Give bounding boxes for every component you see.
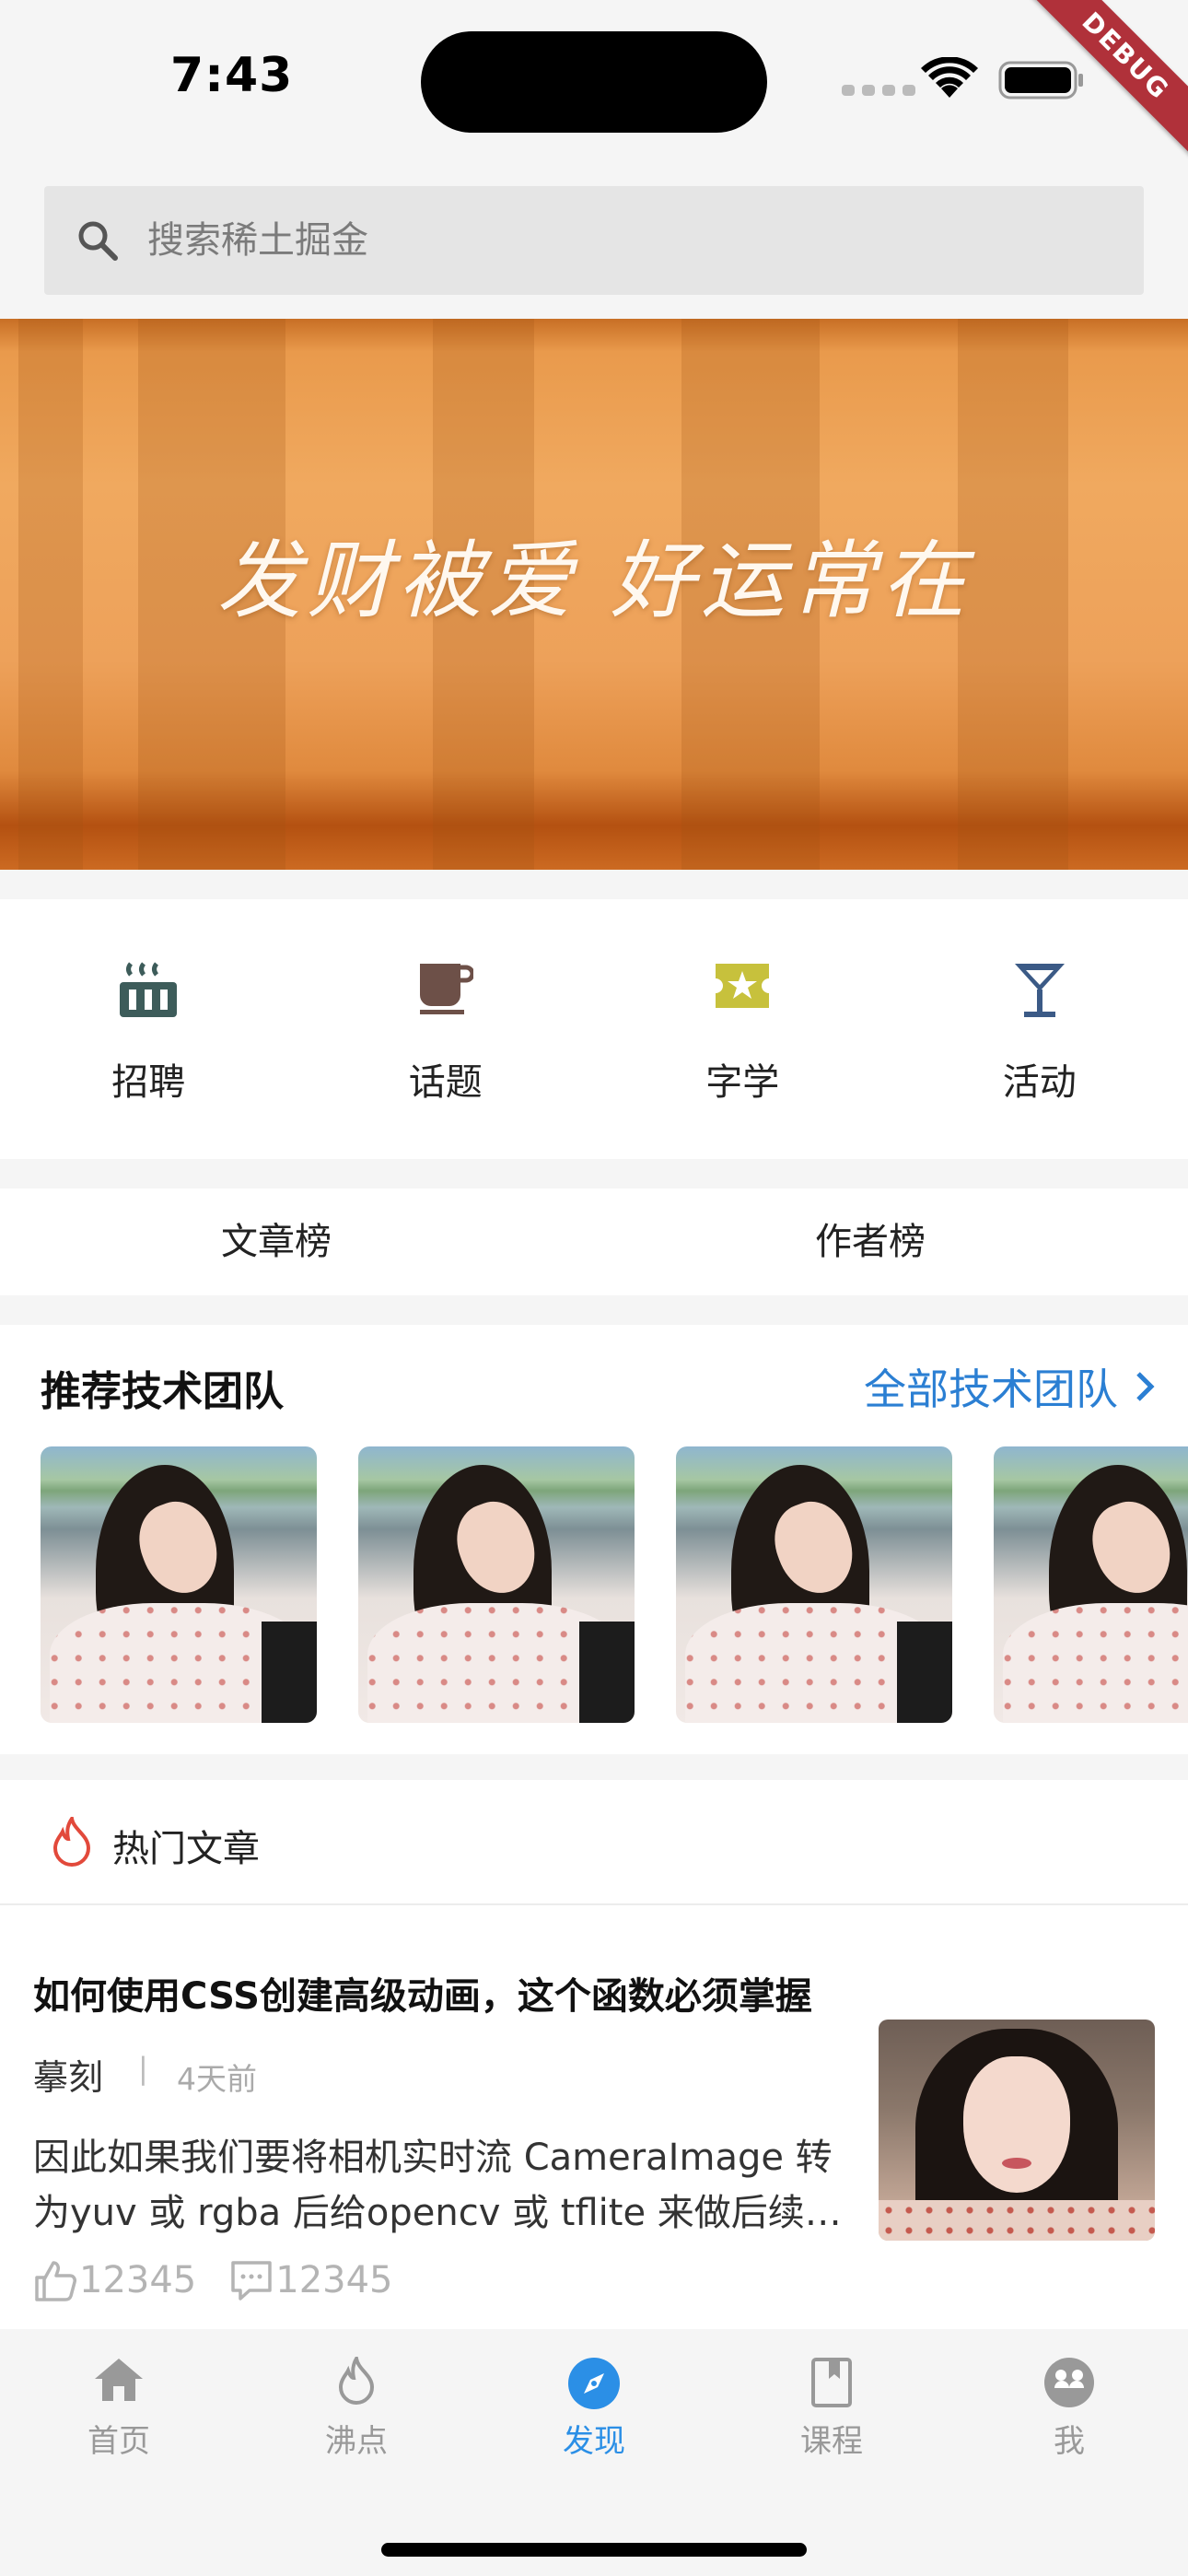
team-card[interactable] bbox=[358, 1446, 635, 1723]
tab-home[interactable]: 首页 bbox=[0, 2329, 238, 2476]
tab-label: 首页 bbox=[87, 2423, 150, 2460]
home-icon bbox=[95, 2359, 143, 2401]
like-count: 12345 bbox=[79, 2259, 197, 2301]
team-card[interactable] bbox=[41, 1446, 317, 1723]
flame-icon bbox=[338, 2357, 375, 2405]
hot-articles-header: 热门文章 bbox=[0, 1780, 1188, 1905]
article-card[interactable]: 如何使用CSS创建高级动画，这个函数必须掌握 摹刻 | 4天前 因此如果我们要将… bbox=[0, 1905, 1188, 2329]
team-card-list bbox=[41, 1446, 1188, 1723]
tab-pins[interactable]: 沸点 bbox=[238, 2329, 475, 2476]
search-icon bbox=[78, 221, 118, 261]
book-icon bbox=[811, 2358, 852, 2407]
cocktail-icon bbox=[1014, 964, 1065, 1017]
chevron-right-icon bbox=[1136, 1372, 1155, 1401]
tab-label: 发现 bbox=[563, 2423, 625, 2460]
comment-button[interactable]: 12345 bbox=[229, 2259, 393, 2301]
article-thumbnail bbox=[879, 2020, 1155, 2241]
all-teams-label: 全部技术团队 bbox=[864, 1364, 1118, 1414]
hot-articles-title: 热门文章 bbox=[112, 1828, 260, 1870]
article-time: 4天前 bbox=[177, 2061, 257, 2097]
tab-profile[interactable]: 我 bbox=[950, 2329, 1188, 2476]
dynamic-island bbox=[421, 31, 767, 133]
meta-separator: | bbox=[138, 2051, 148, 2086]
quick-entry-grid: 招聘 话题 字学 活动 bbox=[0, 899, 1188, 1159]
like-button[interactable]: 12345 bbox=[33, 2259, 196, 2301]
recruit-icon bbox=[120, 962, 178, 1017]
comment-icon bbox=[231, 2261, 272, 2301]
status-time: 7:43 bbox=[170, 48, 294, 103]
entry-label: 活动 bbox=[1002, 1061, 1077, 1104]
search-bar[interactable] bbox=[44, 186, 1144, 295]
team-card[interactable] bbox=[994, 1446, 1188, 1723]
entry-course[interactable]: 字学 bbox=[594, 899, 891, 1159]
tab-author-rank[interactable]: 作者榜 bbox=[553, 1188, 1188, 1295]
team-card[interactable] bbox=[676, 1446, 952, 1723]
thumbs-up-icon bbox=[35, 2261, 76, 2301]
entry-label: 话题 bbox=[408, 1061, 483, 1104]
entry-events[interactable]: 活动 bbox=[891, 899, 1188, 1159]
section-title: 推荐技术团队 bbox=[41, 1368, 284, 1415]
profile-icon bbox=[1044, 2358, 1094, 2407]
article-stats: 12345 12345 bbox=[33, 2259, 426, 2301]
entry-topic[interactable]: 话题 bbox=[297, 899, 595, 1159]
wifi-icon bbox=[921, 57, 978, 98]
tab-label: 我 bbox=[1054, 2423, 1085, 2460]
entry-recruit[interactable]: 招聘 bbox=[0, 899, 297, 1159]
article-title: 如何使用CSS创建高级动画，这个函数必须掌握 bbox=[33, 1975, 812, 2018]
home-indicator bbox=[381, 2543, 807, 2557]
ticket-star-icon bbox=[716, 964, 770, 1008]
tab-discover[interactable]: 发现 bbox=[475, 2329, 713, 2476]
article-summary: 因此如果我们要将相机实时流 CameraImage 转为yuv 或 rgba 后… bbox=[33, 2137, 842, 2234]
battery-icon bbox=[998, 61, 1083, 100]
tab-course[interactable]: 课程 bbox=[713, 2329, 950, 2476]
tab-label: 沸点 bbox=[325, 2423, 388, 2460]
rank-tabs: 文章榜 作者榜 bbox=[0, 1188, 1188, 1295]
coffee-icon bbox=[419, 964, 473, 1014]
banner-carousel[interactable]: 发财被爱 好运常在 bbox=[0, 319, 1188, 870]
article-author[interactable]: 摹刻 bbox=[33, 2049, 103, 2100]
comment-count: 12345 bbox=[275, 2259, 393, 2301]
banner-calligraphy: 发财被爱 好运常在 bbox=[216, 532, 972, 630]
all-teams-link[interactable]: 全部技术团队 bbox=[864, 1356, 1155, 1417]
tab-label: 课程 bbox=[800, 2423, 863, 2460]
search-input[interactable] bbox=[147, 219, 1068, 262]
compass-icon bbox=[568, 2358, 620, 2409]
status-bar: 7:43 DEBUG bbox=[0, 0, 1188, 166]
tab-article-rank[interactable]: 文章榜 bbox=[0, 1188, 553, 1295]
bottom-tab-bar: 首页 沸点 发现 课程 我 bbox=[0, 2329, 1188, 2576]
entry-label: 字学 bbox=[705, 1061, 780, 1104]
recommended-teams-section: 推荐技术团队 全部技术团队 bbox=[0, 1325, 1188, 1754]
entry-label: 招聘 bbox=[111, 1061, 186, 1104]
flame-icon bbox=[52, 1817, 91, 1867]
cellular-signal-icon bbox=[842, 85, 915, 96]
